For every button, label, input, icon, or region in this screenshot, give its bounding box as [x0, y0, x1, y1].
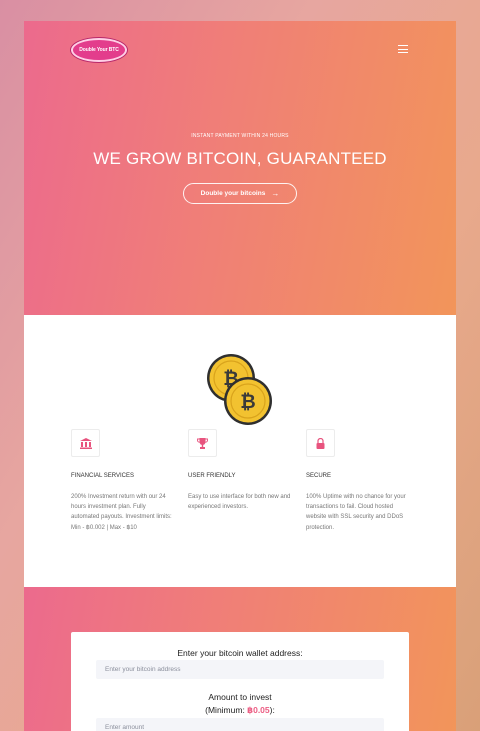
bank-icon — [79, 437, 92, 449]
hero-section: Double Your BTC INSTANT PAYMENT WITHIN 2… — [24, 21, 456, 315]
feature-description: Easy to use interface for both new and e… — [188, 494, 291, 511]
bitcoin-coins-icon: ₿ ₿ — [207, 354, 272, 425]
feature-description: 100% Uptime with no chance for your tran… — [306, 494, 406, 531]
invest-form: Enter your bitcoin wallet address: Amoun… — [71, 632, 409, 731]
hero-kicker: INSTANT PAYMENT WITHIN 24 HOURS — [191, 133, 289, 139]
feature-title: SECURE — [306, 473, 332, 479]
feature-title: USER FRIENDLY — [188, 473, 236, 479]
feature-icon-box — [188, 429, 217, 457]
page-frame: Double Your BTC INSTANT PAYMENT WITHIN 2… — [24, 21, 456, 731]
amount-input[interactable] — [96, 718, 384, 731]
minimum-note: (Minimum: ฿0.05): — [71, 705, 409, 716]
wallet-label: Enter your bitcoin wallet address: — [177, 648, 303, 658]
minimum-prefix: (Minimum: — [205, 705, 248, 715]
site-logo[interactable]: Double Your BTC — [71, 38, 127, 62]
arrow-right-icon: → — [271, 189, 280, 198]
feature-icon-box — [71, 429, 100, 457]
feature-user-friendly: USER FRIENDLY Easy to use interface for … — [188, 429, 292, 512]
minimum-suffix: ): — [269, 705, 275, 715]
minimum-value: ฿0.05 — [247, 705, 270, 715]
amount-label: Amount to invest — [208, 692, 272, 702]
feature-secure: SECURE 100% Uptime with no chance for yo… — [306, 429, 410, 533]
logo-text: Double Your BTC — [79, 47, 119, 53]
feature-title: FINANCIAL SERVICES — [71, 473, 135, 479]
wallet-address-input[interactable] — [96, 660, 384, 679]
cta-label: Double your bitcoins — [200, 190, 266, 197]
trophy-icon — [197, 437, 208, 449]
svg-text:₿: ₿ — [240, 391, 255, 413]
feature-description: 200% Investment return with our 24 hours… — [71, 494, 172, 531]
features-section: ₿ ₿ FINANCIAL SERVICES 200% Investment r… — [24, 315, 456, 587]
hero-headline: WE GROW BITCOIN, GUARANTEED — [93, 149, 387, 168]
feature-icon-box — [306, 429, 335, 457]
invest-section: Enter your bitcoin wallet address: Amoun… — [24, 587, 456, 731]
menu-icon[interactable] — [398, 45, 408, 53]
lock-icon — [316, 437, 325, 449]
feature-financial-services: FINANCIAL SERVICES 200% Investment retur… — [71, 429, 175, 533]
double-bitcoins-button[interactable]: Double your bitcoins → — [183, 183, 297, 204]
